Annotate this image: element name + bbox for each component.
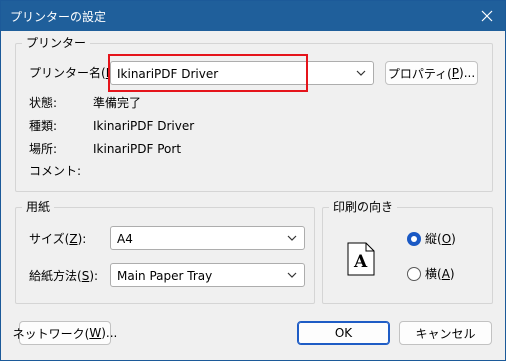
cancel-button[interactable]: キャンセル [399, 321, 492, 345]
printer-name-highlight [108, 54, 308, 92]
status-label: 状態: [29, 96, 58, 110]
printer-group-label: プリンター [22, 36, 91, 50]
landscape-radio[interactable]: 横(A) [407, 266, 467, 282]
paper-source-label: 給紙方法(S): [29, 269, 99, 283]
printer-settings-dialog: プリンターの設定 プリンター プリンター名(N): IkinariPDF Dri… [0, 0, 506, 361]
type-label: 種類: [29, 119, 58, 133]
close-button[interactable] [469, 1, 505, 31]
portrait-radio-indicator [407, 232, 421, 246]
chevron-down-icon [287, 272, 297, 278]
landscape-radio-indicator [407, 267, 421, 281]
network-button[interactable]: ネットワーク(W)... [13, 321, 117, 345]
status-value: 準備完了 [93, 96, 142, 110]
landscape-radio-label: 横(A) [425, 267, 455, 281]
type-value: IkinariPDF Driver [93, 119, 195, 133]
paper-size-dropdown[interactable]: A4 [110, 226, 305, 250]
paper-source-value: Main Paper Tray [117, 269, 213, 283]
paper-size-value: A4 [117, 232, 133, 246]
page-preview-glyph: A [353, 252, 368, 272]
close-icon [481, 10, 493, 22]
paper-group-label: 用紙 [22, 200, 55, 214]
portrait-radio[interactable]: 縦(O) [407, 231, 467, 247]
title-bar: プリンターの設定 [1, 1, 505, 31]
properties-button[interactable]: プロパティ(P)... [385, 61, 478, 85]
window-title: プリンターの設定 [10, 10, 107, 24]
portrait-radio-label: 縦(O) [425, 232, 456, 246]
location-label: 場所: [29, 142, 58, 156]
paper-size-label: サイズ(Z): [29, 232, 87, 246]
chevron-down-icon [287, 235, 297, 241]
paper-source-dropdown[interactable]: Main Paper Tray [110, 263, 305, 287]
chevron-down-icon [356, 70, 366, 76]
paper-group: 用紙 [15, 200, 315, 304]
ok-button[interactable]: OK [297, 321, 390, 345]
location-value: IkinariPDF Port [93, 142, 182, 156]
orientation-group-label: 印刷の向き [329, 200, 398, 214]
portrait-page-icon: A [347, 242, 375, 276]
comment-label: コメント: [29, 164, 82, 178]
